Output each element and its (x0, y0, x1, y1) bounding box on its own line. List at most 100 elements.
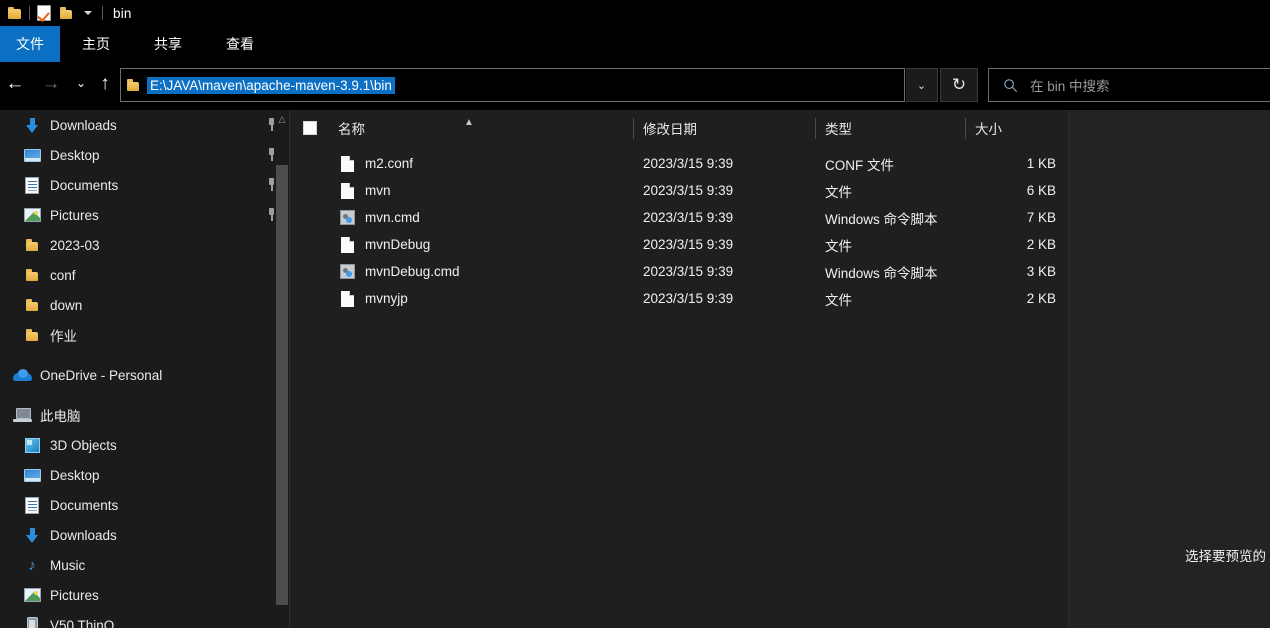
table-row[interactable]: mvnDebug.cmd 2023/3/15 9:39 Windows 命令脚本 3 … (290, 258, 1068, 285)
sidebar-item-label: 此电脑 (40, 409, 81, 424)
file-type-cell: Windows 命令脚本 (825, 211, 938, 227)
sidebar-scrollbar[interactable]: △ (275, 110, 289, 628)
sidebar-item-down[interactable]: down (0, 290, 275, 320)
search-input[interactable]: 在 bin 中搜索 (1030, 75, 1110, 95)
tab-view[interactable]: 查看 (204, 26, 276, 62)
pictures-icon (22, 585, 42, 605)
file-type-cell: 文件 (825, 184, 852, 200)
file-name-cell[interactable]: m2.conf (338, 155, 413, 173)
column-header-size[interactable]: 大小 (965, 110, 1002, 146)
file-type-cell: CONF 文件 (825, 157, 894, 173)
sidebar-item-downloads[interactable]: Downloads (0, 520, 275, 550)
sidebar-item-label: Downloads (50, 117, 117, 133)
download-icon (22, 115, 42, 135)
select-all-checkbox[interactable] (303, 121, 317, 135)
file-date-cell: 2023/3/15 9:39 (643, 156, 734, 171)
desktop-icon (22, 465, 42, 485)
tab-share[interactable]: 共享 (132, 26, 204, 62)
file-size-cell: 2 KB (1026, 291, 1056, 306)
sidebar-item-3d-objects[interactable]: 3D Objects (0, 430, 275, 460)
sidebar-item-music[interactable]: ♪ Music (0, 550, 275, 580)
scrollbar-thumb[interactable] (276, 165, 288, 605)
refresh-button[interactable]: ↻ (940, 68, 978, 102)
sidebar-item-v50-thinq[interactable]: V50 ThinQ (0, 610, 275, 628)
sidebar-item-label: conf (50, 267, 76, 283)
table-row[interactable]: m2.conf 2023/3/15 9:39 CONF 文件 1 KB (290, 150, 1068, 177)
sidebar-item-label: Music (50, 557, 86, 573)
sidebar-item-label: Pictures (50, 207, 99, 223)
sidebar-item-作业[interactable]: 作业 (0, 320, 275, 350)
pictures-icon (22, 205, 42, 225)
back-button[interactable]: ← (0, 68, 30, 98)
address-path-text[interactable]: E:\JAVA\maven\apache-maven-3.9.1\bin (147, 76, 395, 94)
table-row[interactable]: mvn 2023/3/15 9:39 文件 6 KB (290, 177, 1068, 204)
sort-ascending-icon: ▲ (464, 117, 474, 128)
table-row[interactable]: mvnDebug 2023/3/15 9:39 文件 2 KB (290, 231, 1068, 258)
table-row[interactable]: mvn.cmd 2023/3/15 9:39 Windows 命令脚本 7 KB (290, 204, 1068, 231)
tab-home[interactable]: 主页 (60, 26, 132, 62)
file-name-cell[interactable]: mvnDebug.cmd (338, 263, 460, 281)
column-header-row: 名称 ▲ 修改日期 类型 大小 (290, 110, 1068, 146)
sidebar-item-desktop[interactable]: Desktop (0, 460, 275, 490)
file-date-cell: 2023/3/15 9:39 (643, 183, 734, 198)
sidebar-item-label: 作业 (50, 329, 77, 344)
column-header-type[interactable]: 类型 (815, 110, 852, 146)
sidebar-item-label: 3D Objects (50, 437, 117, 453)
sidebar-item-此电脑[interactable]: 此电脑 (0, 400, 275, 430)
toolbar-separator (29, 6, 30, 20)
sidebar-item-label: down (50, 297, 83, 313)
forward-button[interactable]: → (36, 68, 66, 98)
properties-icon[interactable] (33, 2, 55, 24)
tab-file[interactable]: 文件 (0, 26, 60, 62)
sidebar-item-label: Downloads (50, 527, 117, 543)
sidebar-item-desktop[interactable]: Desktop (0, 140, 275, 170)
sidebar-item-2023-03[interactable]: 2023-03 (0, 230, 275, 260)
phone-icon (22, 615, 42, 628)
address-bar[interactable]: E:\JAVA\maven\apache-maven-3.9.1\bin (120, 68, 905, 102)
file-type-cell: 文件 (825, 292, 852, 308)
title-bar: bin (0, 0, 1270, 26)
ribbon-tab-strip: 文件 主页 共享 查看 (0, 26, 1270, 62)
file-name-cell[interactable]: mvnDebug (338, 236, 430, 254)
file-date-cell: 2023/3/15 9:39 (643, 237, 734, 252)
new-folder-icon[interactable] (55, 2, 77, 24)
sidebar-item-pictures[interactable]: Pictures (0, 200, 275, 230)
sidebar-item-documents[interactable]: Documents (0, 170, 275, 200)
sidebar-item-pictures[interactable]: Pictures (0, 580, 275, 610)
column-header-size-label: 大小 (975, 122, 1002, 137)
sidebar-item-onedrive-personal[interactable]: OneDrive - Personal (0, 360, 275, 390)
search-box[interactable]: 在 bin 中搜索 (988, 68, 1270, 102)
window-title: bin (113, 5, 132, 21)
address-dropdown-button[interactable]: ⌄ (906, 68, 938, 102)
column-header-name[interactable]: 名称 (338, 110, 365, 146)
file-name-label: mvnDebug.cmd (365, 264, 460, 279)
desktop-icon (22, 145, 42, 165)
sidebar-item-downloads[interactable]: Downloads (0, 110, 275, 140)
file-icon (338, 182, 356, 200)
file-name-cell[interactable]: mvnyjp (338, 290, 408, 308)
folder-icon[interactable] (4, 2, 26, 24)
file-size-cell: 2 KB (1026, 237, 1056, 252)
sidebar-item-documents[interactable]: Documents (0, 490, 275, 520)
folder-icon (22, 235, 42, 255)
file-size-cell: 6 KB (1026, 183, 1056, 198)
file-date-cell: 2023/3/15 9:39 (643, 291, 734, 306)
sidebar-item-conf[interactable]: conf (0, 260, 275, 290)
preview-message: 选择要预览的 (1185, 549, 1266, 564)
file-name-cell[interactable]: mvn (338, 182, 391, 200)
scroll-up-icon[interactable]: △ (275, 110, 289, 128)
column-header-date[interactable]: 修改日期 (633, 110, 697, 146)
navigation-pane: Downloads Desktop Documents Pictures 2023-03… (0, 110, 275, 628)
up-button[interactable]: ↑ (90, 68, 120, 98)
table-row[interactable]: mvnyjp 2023/3/15 9:39 文件 2 KB (290, 285, 1068, 312)
sidebar-item-label: Desktop (50, 147, 100, 163)
folder-icon (22, 265, 42, 285)
file-name-cell[interactable]: mvn.cmd (338, 209, 420, 227)
file-name-label: mvn (365, 183, 391, 198)
file-date-cell: 2023/3/15 9:39 (643, 264, 734, 279)
documents-icon (22, 175, 42, 195)
quick-access-toolbar (0, 0, 106, 26)
column-header-date-label: 修改日期 (643, 122, 697, 137)
sidebar-group-spacer (0, 350, 275, 360)
chevron-down-icon[interactable] (77, 2, 99, 24)
